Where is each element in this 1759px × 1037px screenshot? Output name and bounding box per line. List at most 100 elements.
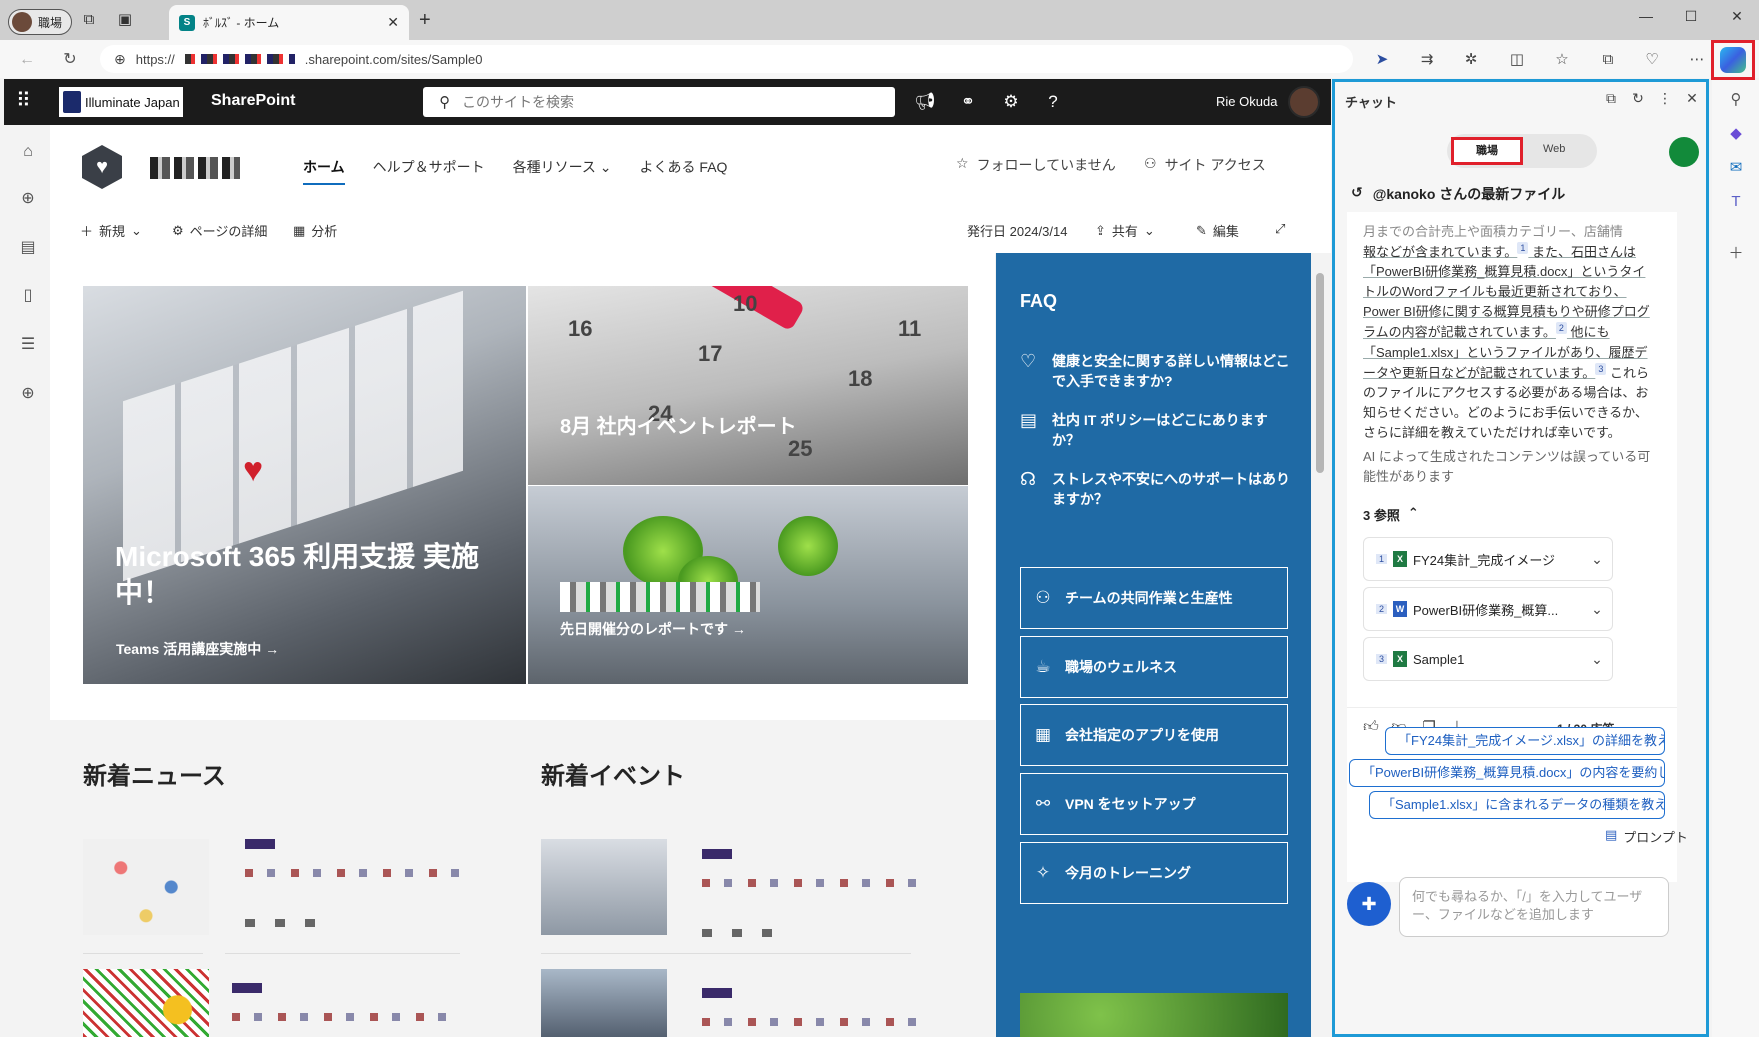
- refresh-icon[interactable]: ↻: [59, 49, 81, 71]
- expand-icon[interactable]: ⤢: [1275, 221, 1285, 237]
- follow-button[interactable]: ☆ フォローしていません: [956, 155, 1116, 175]
- tab-close-icon[interactable]: ✕: [387, 14, 399, 31]
- suggestion-chip[interactable]: 「Sample1.xlsx」に含まれるデータの種類を教えて: [1369, 791, 1665, 819]
- news-icon[interactable]: ▤: [17, 237, 39, 259]
- chat-input[interactable]: 何でも尋ねるか、「/」を入力してユーザー、ファイルなどを追加します: [1399, 877, 1669, 937]
- chevron-down-icon[interactable]: ⌄: [1582, 651, 1612, 668]
- outlook-icon[interactable]: ✉: [1726, 158, 1746, 178]
- hero-main-tile[interactable]: ♥ Microsoft 365 利用支援 実施中！ Teams 活用講座実施中 …: [83, 286, 526, 684]
- nav-faq[interactable]: よくある FAQ: [640, 157, 728, 185]
- analytics-button[interactable]: ▦ 分析: [293, 221, 337, 240]
- copilot-app-icon[interactable]: ◆: [1726, 124, 1746, 144]
- mode-work-button[interactable]: 職場: [1451, 137, 1523, 165]
- chevron-down-icon[interactable]: ⌄: [1582, 551, 1612, 568]
- teams-icon[interactable]: T: [1726, 192, 1746, 212]
- nav-home[interactable]: ホーム: [303, 157, 345, 185]
- window-close-icon[interactable]: ✕: [1727, 8, 1747, 25]
- hero-report-tile[interactable]: 先日開催分のレポートです →: [528, 486, 968, 684]
- split-screen-icon[interactable]: ◫: [1506, 49, 1528, 71]
- event-item-redacted[interactable]: [702, 849, 932, 945]
- browser-essentials-icon[interactable]: ♡: [1641, 49, 1663, 71]
- tab-actions-icon[interactable]: ▣: [115, 10, 135, 30]
- nav-help-support[interactable]: ヘルプ＆サポート: [373, 157, 485, 185]
- lists-icon[interactable]: ☰: [17, 334, 39, 356]
- hero-main-link[interactable]: Teams 活用講座実施中 →: [116, 639, 279, 659]
- news-item-redacted[interactable]: [232, 983, 462, 1033]
- page-scroll-thumb[interactable]: [1316, 273, 1324, 473]
- nav-resources[interactable]: 各種リソース ⌄: [513, 157, 612, 185]
- prompt-gallery-button[interactable]: ▤ プロンプト: [1605, 827, 1688, 846]
- url-field[interactable]: ⊕ https:// .sharepoint.com/sites/Sample0: [100, 45, 1353, 73]
- edit-button[interactable]: ✎ 編集: [1196, 221, 1239, 240]
- faq-link-apps[interactable]: ▦ 会社指定のアプリを使用: [1020, 704, 1288, 766]
- copilot-toggle-button[interactable]: [1711, 40, 1755, 80]
- faq-question-health[interactable]: ♡ 健康と安全に関する詳しい情報はどこで入手できますか?: [1020, 351, 1290, 391]
- search-icon[interactable]: ⚲: [1726, 90, 1746, 110]
- hero-event-tile[interactable]: 10 11 16 17 18 24 25 8月 社内イベントレポート: [528, 286, 968, 485]
- help-icon[interactable]: ?: [1042, 91, 1064, 113]
- puzzle-icon[interactable]: ✲: [1460, 49, 1482, 71]
- new-chat-icon[interactable]: ✚: [1347, 882, 1391, 926]
- chevron-down-icon[interactable]: ⌄: [1582, 601, 1612, 618]
- suggestion-chip[interactable]: 「PowerBI研修業務_概算見積.docx」の内容を要約して: [1349, 759, 1665, 787]
- user-avatar[interactable]: [1288, 86, 1320, 118]
- extension-arrow-icon[interactable]: ➤: [1371, 49, 1393, 71]
- references-toggle[interactable]: 3 参照 ⌃: [1363, 505, 1419, 524]
- news-item-redacted[interactable]: [245, 839, 475, 935]
- event-item-redacted[interactable]: [702, 988, 932, 1028]
- reference-item[interactable]: 2 W PowerBI研修業務_概算... ⌄: [1363, 587, 1613, 631]
- news-thumbnail[interactable]: [83, 839, 209, 935]
- more-options-icon[interactable]: ⋮: [1656, 90, 1674, 107]
- citation-marker[interactable]: 2: [1555, 322, 1567, 335]
- event-thumbnail[interactable]: [541, 969, 667, 1037]
- thumbs-up-icon[interactable]: 👍︎: [1361, 718, 1381, 736]
- extension-icon[interactable]: ⇉: [1416, 49, 1438, 71]
- history-icon[interactable]: ↺: [1351, 184, 1363, 204]
- minimize-icon[interactable]: —: [1636, 8, 1656, 24]
- faq-link-training[interactable]: ✧ 今月のトレーニング: [1020, 842, 1288, 904]
- add-app-icon[interactable]: ＋: [1726, 244, 1746, 264]
- favorites-icon[interactable]: ☆: [1551, 49, 1573, 71]
- reference-item[interactable]: 1 X FY24集計_完成イメージ ⌄: [1363, 537, 1613, 581]
- event-thumbnail[interactable]: [541, 839, 667, 935]
- files-icon[interactable]: ▯: [17, 285, 39, 307]
- new-button[interactable]: ＋ 新規 ⌄: [80, 221, 142, 240]
- mode-web-button[interactable]: Web: [1543, 143, 1565, 155]
- site-access-button[interactable]: ⚇ サイト アクセス: [1144, 155, 1266, 175]
- faq-link-wellness[interactable]: ☕︎ 職場のウェルネス: [1020, 636, 1288, 698]
- refresh-chat-icon[interactable]: ↻: [1629, 90, 1647, 107]
- collections-icon[interactable]: ⧉: [1597, 49, 1619, 71]
- maximize-icon[interactable]: ☐: [1681, 8, 1701, 25]
- new-tab-icon[interactable]: +: [419, 10, 431, 30]
- more-menu-icon[interactable]: ⋯: [1686, 49, 1708, 71]
- page-details-button[interactable]: ⚙ ページの詳細: [172, 221, 267, 240]
- citation-marker[interactable]: 1: [1517, 242, 1529, 254]
- site-search-input[interactable]: ⚲ このサイトを検索: [423, 87, 895, 117]
- megaphone-icon[interactable]: 📢︎: [914, 91, 936, 113]
- org-logo[interactable]: Illuminate Japan: [59, 87, 183, 117]
- hero-report-link[interactable]: 先日開催分のレポートです →: [560, 619, 746, 639]
- news-thumbnail[interactable]: [83, 969, 209, 1037]
- browser-tab-active[interactable]: S ﾎﾞﾙｽﾞ - ホーム ✕: [169, 5, 409, 40]
- app-connect-icon[interactable]: ⚭: [957, 91, 979, 113]
- create-icon[interactable]: ⊕: [17, 383, 39, 405]
- faq-link-teamwork[interactable]: ⚇ チームの共同作業と生産性: [1020, 567, 1288, 629]
- close-pane-icon[interactable]: ✕: [1683, 90, 1701, 107]
- faq-question-stress[interactable]: ☊ ストレスや不安にへのサポートはありますか？: [1020, 469, 1290, 509]
- site-title-redacted[interactable]: [150, 157, 240, 179]
- settings-gear-icon[interactable]: ⚙: [1000, 91, 1022, 113]
- workspaces-icon[interactable]: ⧉: [79, 10, 99, 30]
- app-launcher-icon[interactable]: ⠿: [16, 91, 31, 111]
- citation-marker[interactable]: 3: [1595, 362, 1607, 375]
- user-name[interactable]: Rie Okuda: [1216, 94, 1277, 109]
- home-icon[interactable]: ⌂: [17, 141, 39, 163]
- open-in-new-icon[interactable]: ⧉: [1602, 90, 1620, 107]
- profile-button[interactable]: 職場: [8, 9, 72, 35]
- faq-link-vpn[interactable]: ⚯ VPN をセットアップ: [1020, 773, 1288, 835]
- site-logo-heart-icon[interactable]: ♥: [82, 145, 122, 189]
- share-button[interactable]: ⇪ 共有 ⌄: [1095, 221, 1155, 240]
- back-icon[interactable]: ←: [16, 49, 38, 71]
- globe-sites-icon[interactable]: ⊕: [17, 188, 39, 210]
- suggestion-chip[interactable]: 「FY24集計_完成イメージ.xlsx」の詳細を教えて: [1385, 727, 1665, 755]
- app-name[interactable]: SharePoint: [211, 92, 295, 110]
